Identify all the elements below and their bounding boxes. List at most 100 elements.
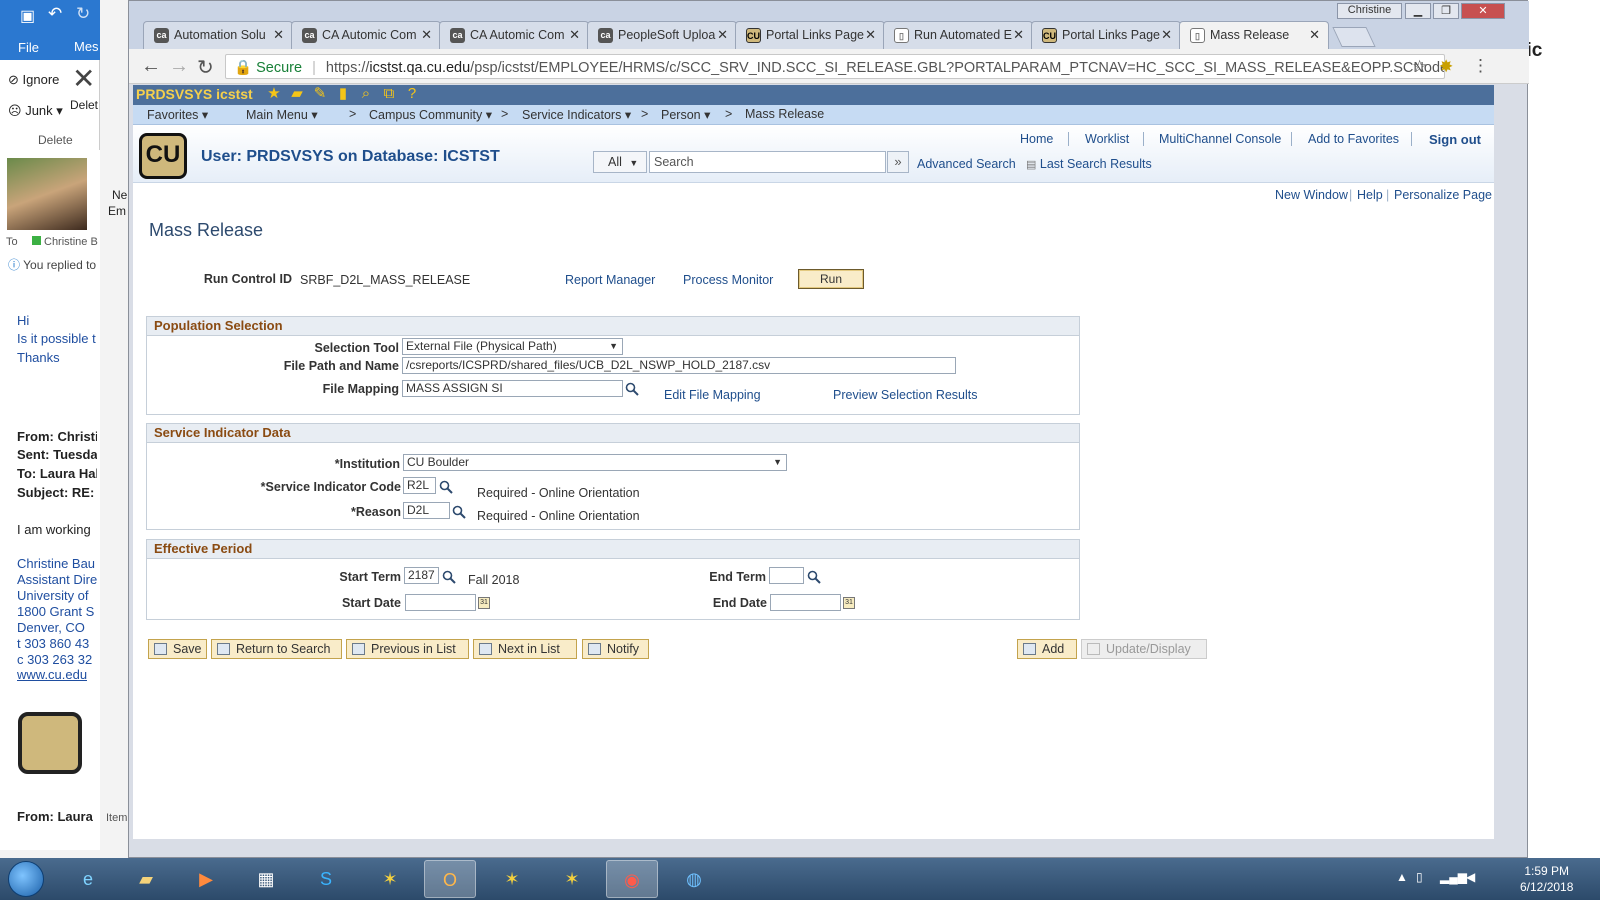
menu-main-menu[interactable]: Main Menu ▾	[246, 107, 318, 122]
close-icon[interactable]: ✕	[273, 27, 284, 43]
tab-ca-automic-1[interactable]: ca CA Automic Com ✕	[291, 21, 441, 49]
star-icon[interactable]: ★	[265, 86, 283, 102]
next-in-list-button[interactable]: Next in List	[473, 639, 577, 659]
close-icon[interactable]: ✕	[717, 27, 728, 43]
calendar-icon[interactable]: 31	[843, 597, 855, 609]
minimize-icon[interactable]: ▁	[1405, 3, 1431, 19]
institution-select[interactable]: CU Boulder ▼	[403, 454, 787, 471]
system-clock[interactable]: 1:59 PM 6/12/2018	[1520, 863, 1573, 895]
add-button[interactable]: Add	[1017, 639, 1077, 659]
advanced-search-link[interactable]: Advanced Search	[917, 157, 1016, 171]
signal-icon[interactable]: ▂▄▆	[1440, 870, 1467, 884]
tab-ca-automic-2[interactable]: ca CA Automic Com ✕	[439, 21, 589, 49]
save-button[interactable]: Save	[148, 639, 207, 659]
update-display-button[interactable]: Update/Display	[1081, 639, 1207, 659]
report-manager-link[interactable]: Report Manager	[565, 273, 655, 287]
close-icon[interactable]: ✕	[865, 27, 876, 43]
close-icon[interactable]: ✕	[421, 27, 432, 43]
media-player-icon[interactable]: ▶	[180, 860, 232, 898]
previous-in-list-button[interactable]: Previous in List	[346, 639, 469, 659]
close-icon[interactable]: ✕	[1309, 27, 1320, 43]
last-search-results-link[interactable]: ▤ Last Search Results	[1026, 157, 1152, 171]
volume-icon[interactable]: ◀	[1466, 870, 1475, 884]
lookup-magnifier-icon[interactable]	[439, 480, 453, 494]
page-icon[interactable]: ▮	[334, 86, 352, 102]
chrome-menu-icon[interactable]: ⋮	[1472, 56, 1489, 76]
close-icon[interactable]: ✕	[1013, 27, 1024, 43]
delete-x-icon[interactable]: ✕	[72, 62, 95, 95]
automic-icon[interactable]: ✶	[364, 860, 416, 898]
tab-portal-links-2[interactable]: CU Portal Links Page ✕	[1031, 21, 1181, 49]
network-app-icon[interactable]: ▦	[240, 860, 292, 898]
automic-icon[interactable]: ✶	[486, 860, 538, 898]
tab-portal-links-1[interactable]: CU Portal Links Page ✕	[735, 21, 885, 49]
lookup-magnifier-icon[interactable]	[807, 570, 821, 584]
message-tab[interactable]: Mes	[74, 39, 99, 54]
return-to-search-button[interactable]: Return to Search	[211, 639, 342, 659]
search-go-button[interactable]: »	[887, 151, 909, 173]
menu-campus-community[interactable]: Campus Community ▾	[369, 107, 492, 122]
reason-input[interactable]: D2L	[403, 502, 450, 519]
tray-chevron-icon[interactable]: ▲	[1396, 870, 1408, 884]
back-icon[interactable]: ←	[141, 55, 161, 78]
outlook-icon[interactable]: O	[424, 860, 476, 898]
delete-button[interactable]: Delet	[70, 98, 98, 112]
calendar-icon[interactable]: 31	[478, 597, 490, 609]
profile-button[interactable]: Christine	[1337, 3, 1402, 19]
new-window-link[interactable]: New Window	[1275, 188, 1348, 202]
close-icon[interactable]: ✕	[569, 27, 580, 43]
file-mapping-input[interactable]: MASS ASSIGN SI	[402, 380, 623, 397]
chrome-icon[interactable]: ◉	[606, 860, 658, 898]
personalize-page-link[interactable]: Personalize Page	[1394, 188, 1492, 202]
service-indicator-code-input[interactable]: R2L	[403, 477, 436, 494]
automic-icon[interactable]: ✶	[546, 860, 598, 898]
close-icon[interactable]: ✕	[1161, 27, 1172, 43]
share-icon[interactable]: ⧉	[380, 86, 398, 102]
folder-icon[interactable]: ▰	[288, 86, 306, 102]
preview-selection-results-link[interactable]: Preview Selection Results	[833, 388, 978, 402]
skype-icon[interactable]: S	[300, 860, 352, 898]
menu-favorites[interactable]: Favorites ▾	[147, 107, 208, 122]
multichannel-console-link[interactable]: MultiChannel Console	[1159, 132, 1281, 146]
lookup-magnifier-icon[interactable]	[625, 382, 639, 396]
ignore-button[interactable]: ⊘ Ignore	[8, 72, 59, 88]
sign-out-link[interactable]: Sign out	[1429, 132, 1481, 147]
start-button[interactable]	[8, 861, 44, 897]
refresh-icon[interactable]: ↻	[76, 4, 90, 24]
reload-icon[interactable]: ↻	[197, 55, 214, 80]
help-icon[interactable]: ?	[403, 86, 421, 102]
tab-mass-release[interactable]: ▯ Mass Release ✕	[1179, 21, 1329, 49]
run-button[interactable]: Run	[798, 269, 864, 289]
lookup-magnifier-icon[interactable]	[442, 570, 456, 584]
menu-service-indicators[interactable]: Service Indicators ▾	[522, 107, 631, 122]
search-input[interactable]: Search	[649, 151, 886, 173]
file-explorer-icon[interactable]: ▰	[120, 860, 172, 898]
magnifier-icon[interactable]: ⌕	[357, 86, 375, 102]
edit-file-mapping-link[interactable]: Edit File Mapping	[664, 388, 761, 402]
tab-automation-solutions[interactable]: ca Automation Solu ✕	[143, 21, 293, 49]
tab-peoplesoft-upload[interactable]: ca PeopleSoft Uploa ✕	[587, 21, 737, 49]
maximize-icon[interactable]: ❐	[1433, 3, 1459, 19]
tray-device-icon[interactable]: ▯	[1416, 870, 1423, 884]
pencil-icon[interactable]: ✎	[311, 86, 329, 102]
save-icon[interactable]: ▣	[20, 6, 35, 26]
forward-icon[interactable]: →	[169, 55, 189, 78]
bookmark-star-icon[interactable]: ☆	[1412, 57, 1427, 77]
process-monitor-link[interactable]: Process Monitor	[683, 273, 773, 287]
menu-person[interactable]: Person ▾	[661, 107, 710, 122]
file-path-input[interactable]: /csreports/ICSPRD/shared_files/UCB_D2L_N…	[402, 357, 956, 374]
add-to-favorites-link[interactable]: Add to Favorites	[1308, 132, 1399, 146]
start-date-input[interactable]	[405, 594, 476, 611]
lookup-magnifier-icon[interactable]	[452, 505, 466, 519]
signature-link[interactable]: www.cu.edu	[17, 667, 87, 682]
extension-icon[interactable]: ✸	[1439, 57, 1453, 77]
end-term-input[interactable]	[769, 567, 804, 584]
undo-icon[interactable]: ↶	[48, 4, 62, 24]
address-bar[interactable]: 🔒 Secure | https://icstst.qa.cu.edu/psp/…	[225, 54, 1445, 79]
window-close-icon[interactable]: ✕	[1461, 3, 1505, 19]
menu-mass-release[interactable]: Mass Release	[745, 107, 824, 121]
tab-run-automated[interactable]: ▯ Run Automated E ✕	[883, 21, 1033, 49]
home-link[interactable]: Home	[1020, 132, 1053, 146]
new-tab-button[interactable]	[1332, 27, 1376, 47]
worklist-link[interactable]: Worklist	[1085, 132, 1129, 146]
